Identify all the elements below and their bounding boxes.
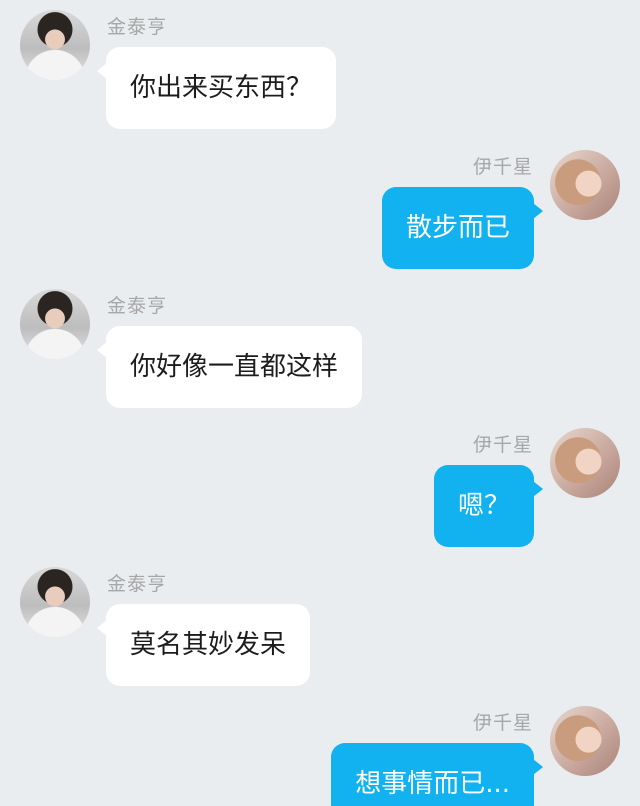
sender-name: 金泰亨	[107, 295, 168, 317]
message-bubble[interactable]: 嗯？	[433, 465, 544, 547]
sender-name: 金泰亨	[107, 16, 168, 38]
message-row: 伊千星 散步而已	[0, 140, 640, 270]
message-row: 金泰亨 莫名其妙发呆	[0, 557, 640, 687]
chat-thread[interactable]: 金泰亨 你出来买东西？ 伊千星 散步而已 金泰亨 你好像一直都这样 伊千星 嗯？…	[0, 0, 640, 806]
sender-name: 金泰亨	[107, 573, 168, 595]
sender-avatar[interactable]	[550, 428, 620, 498]
sender-avatar[interactable]	[20, 289, 90, 359]
message-row: 伊千星 想事情而已...	[0, 696, 640, 806]
sender-name: 伊千星	[472, 434, 533, 456]
message-bubble[interactable]: 你出来买东西？	[96, 47, 337, 129]
sender-name: 伊千星	[472, 156, 533, 178]
message-row: 金泰亨 你好像一直都这样	[0, 279, 640, 409]
message-bubble[interactable]: 你好像一直都这样	[96, 326, 363, 408]
sender-avatar[interactable]	[20, 10, 90, 80]
sender-avatar[interactable]	[550, 706, 620, 776]
message-bubble[interactable]: 散步而已	[381, 187, 544, 269]
message-bubble[interactable]: 想事情而已...	[331, 743, 543, 806]
message-bubble[interactable]: 莫名其妙发呆	[96, 604, 311, 686]
message-row: 金泰亨 你出来买东西？	[0, 0, 640, 130]
sender-avatar[interactable]	[550, 150, 620, 220]
sender-name: 伊千星	[472, 712, 533, 734]
message-row: 伊千星 嗯？	[0, 418, 640, 548]
sender-avatar[interactable]	[20, 567, 90, 637]
